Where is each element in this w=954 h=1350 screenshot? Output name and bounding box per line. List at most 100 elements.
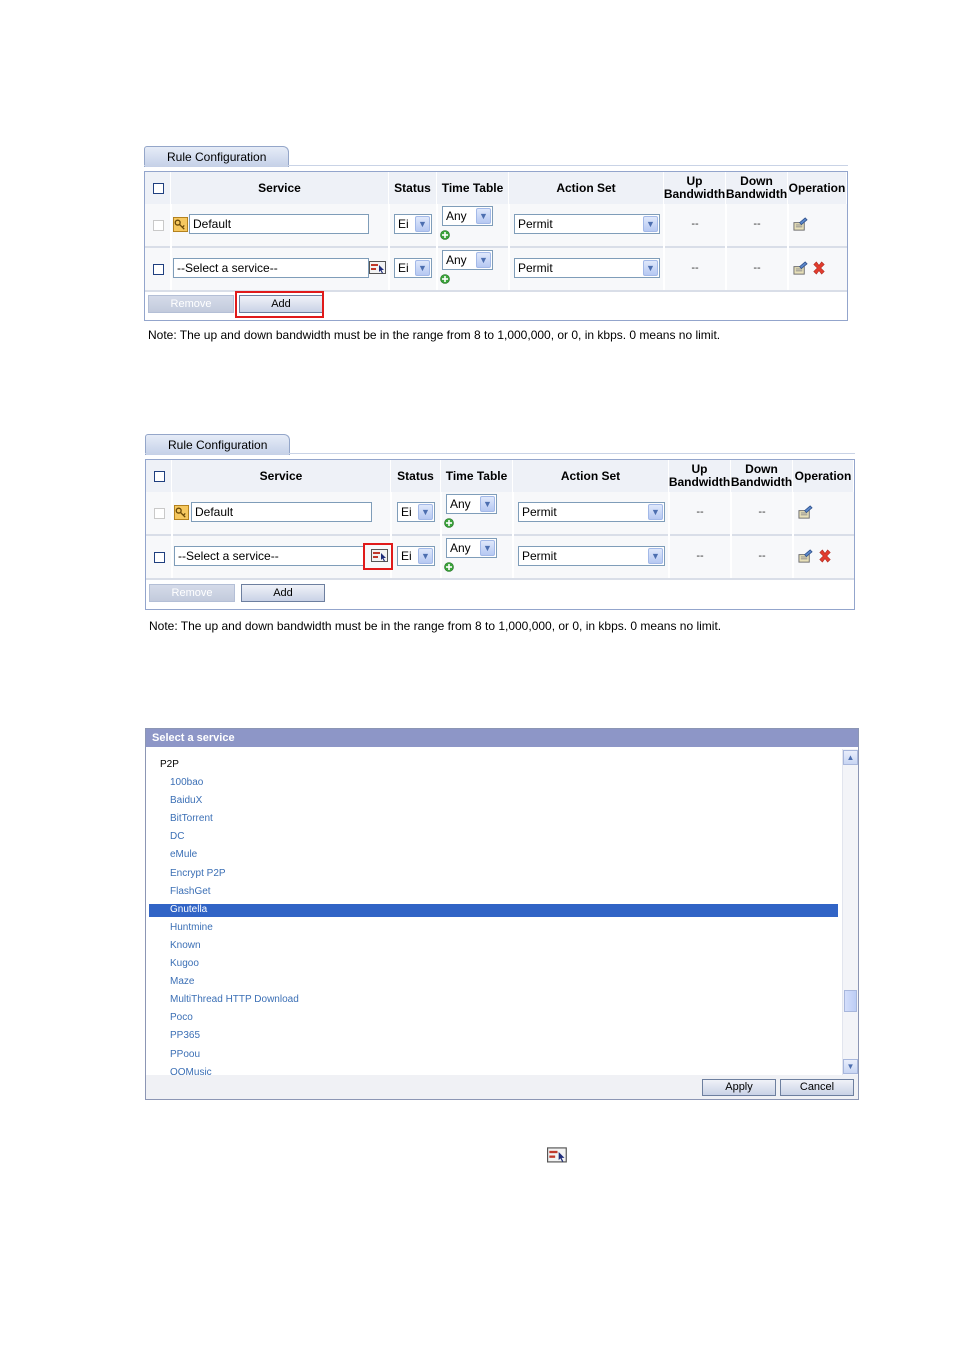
bandwidth-note: Note: The up and down bandwidth must be … [148,328,721,342]
list-item[interactable]: Maze [170,976,194,987]
time-table-select[interactable]: Any ▼ [442,250,493,270]
header-service: Service [172,460,391,492]
up-bandwidth-value: -- [696,550,704,562]
time-table-select[interactable]: Any ▼ [446,494,497,514]
status-select[interactable]: Ei ▼ [397,502,435,522]
service-field[interactable]: Default [189,214,369,234]
col-separator [512,492,514,578]
row-checkbox [153,220,164,231]
cancel-button[interactable]: Cancel [780,1079,854,1096]
chevron-down-icon: ▼ [418,504,433,520]
header-up-bandwidth: Up Bandwidth [664,172,726,204]
list-item[interactable]: 100bao [170,777,203,788]
col-separator [730,492,732,578]
rule-table: Service Status Time Table Action Set Up … [145,459,855,610]
service-picker-icon[interactable] [369,261,387,275]
plus-icon[interactable] [440,274,450,284]
list-item[interactable]: BaiduX [170,795,202,806]
remove-button[interactable]: Remove [149,584,235,602]
scroll-thumb[interactable] [844,990,857,1012]
service-field[interactable]: --Select a service-- [173,258,369,278]
status-select[interactable]: Ei ▼ [394,258,432,278]
header-time-table: Time Table [437,172,509,204]
edit-icon[interactable] [793,217,808,232]
header-select-all-cell [146,460,172,492]
status-select[interactable]: Ei ▼ [397,546,435,566]
select-service-dialog: Select a service P2P 100bao BaiduX BitTorr… [145,728,859,1100]
down-bandwidth-value: -- [753,218,761,230]
delete-icon[interactable] [818,549,832,563]
list-item[interactable]: eMule [170,849,197,860]
action-set-select[interactable]: Permit ▼ [518,546,665,566]
list-item[interactable]: FlashGet [170,886,211,897]
list-item[interactable]: Kugoo [170,958,199,969]
list-item[interactable]: Huntmine [170,922,213,933]
scroll-up-icon[interactable]: ▲ [843,750,858,765]
header-time-table: Time Table [441,460,513,492]
add-button[interactable]: Add [241,584,325,602]
action-set-select[interactable]: Permit ▼ [518,502,665,522]
list-item[interactable]: MultiThread HTTP Download [170,994,299,1005]
list-item[interactable]: DC [170,831,184,842]
chevron-down-icon: ▼ [418,548,433,564]
list-item[interactable]: Gnutella [170,904,207,915]
chevron-down-icon: ▼ [476,208,491,224]
highlight-box [363,543,393,570]
col-separator [663,204,665,290]
remove-button[interactable]: Remove [148,295,234,313]
plus-icon[interactable] [444,518,454,528]
edit-icon[interactable] [798,549,813,564]
list-item[interactable]: PP365 [170,1030,200,1041]
select-all-checkbox[interactable] [154,471,165,482]
delete-icon[interactable] [812,261,826,275]
row-checkbox[interactable] [153,264,164,275]
edit-icon[interactable] [793,261,808,276]
service-field[interactable]: --Select a service-- [174,546,364,566]
col-separator [787,204,789,290]
apply-button[interactable]: Apply [702,1079,776,1096]
bandwidth-note: Note: The up and down bandwidth must be … [149,619,722,633]
down-bandwidth-value: -- [758,550,766,562]
header-down-bandwidth: Down Bandwidth [726,172,788,204]
list-item[interactable]: BitTorrent [170,813,213,824]
header-up-bandwidth: Up Bandwidth [669,460,731,492]
list-item[interactable]: Poco [170,1012,193,1023]
chevron-down-icon: ▼ [415,216,430,232]
highlight-box [235,291,324,318]
list-item[interactable]: Encrypt P2P [170,868,226,879]
scrollbar[interactable]: ▲ ▼ [842,749,858,1075]
plus-icon[interactable] [444,562,454,572]
rule-table: Service Status Time Table Action Set Up … [144,171,848,321]
row-separator [146,534,854,536]
rule-config-tab[interactable]: Rule Configuration [144,146,290,167]
action-set-select[interactable]: Permit ▼ [514,214,660,234]
plus-icon[interactable] [440,230,450,240]
select-all-checkbox[interactable] [153,183,164,194]
up-bandwidth-value: -- [696,506,704,518]
up-bandwidth-value: -- [691,262,699,274]
header-action-set: Action Set [509,172,664,204]
col-separator [792,492,794,578]
status-select[interactable]: Ei ▼ [394,214,432,234]
service-field[interactable]: Default [191,502,372,522]
action-set-select[interactable]: Permit ▼ [514,258,660,278]
key-icon [173,217,188,232]
list-item[interactable]: PPoou [170,1049,200,1060]
clipped-item [160,745,270,748]
header-status: Status [391,460,441,492]
time-table-select[interactable]: Any ▼ [442,206,493,226]
row-checkbox[interactable] [154,552,165,563]
col-separator [171,492,173,578]
tab-underline [144,165,848,166]
list-item[interactable]: Known [170,940,201,951]
header-down-bandwidth: Down Bandwidth [731,460,793,492]
col-separator [436,204,438,290]
rule-config-tab[interactable]: Rule Configuration [145,434,291,455]
chevron-down-icon: ▼ [480,540,495,556]
time-table-select[interactable]: Any ▼ [446,538,497,558]
header-status: Status [389,172,437,204]
col-separator [668,492,670,578]
row-separator [145,246,847,248]
scroll-down-icon[interactable]: ▼ [843,1059,858,1074]
edit-icon[interactable] [798,505,813,520]
